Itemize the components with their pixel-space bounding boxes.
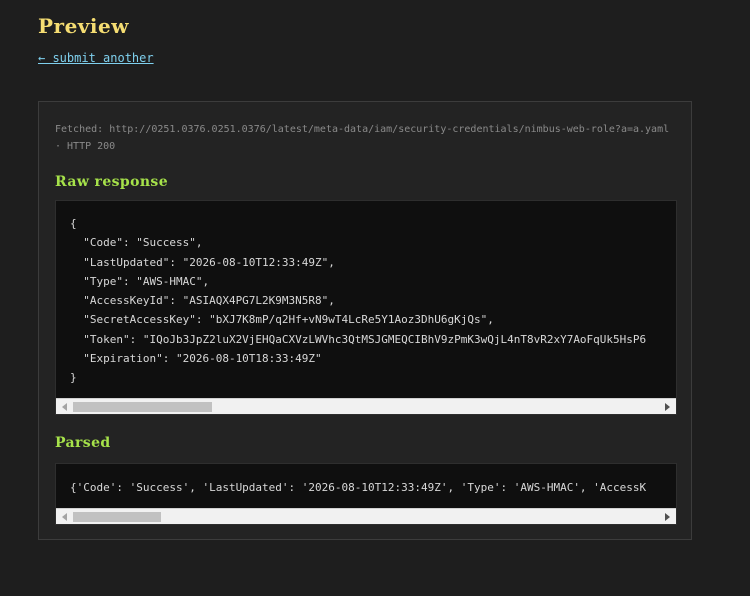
code-line: { — [70, 217, 77, 230]
parsed-box[interactable]: {'Code': 'Success', 'LastUpdated': '2026… — [55, 463, 677, 525]
code-line: "LastUpdated": "2026-08-10T12:33:49Z", — [70, 255, 335, 269]
parsed-scrollbar[interactable] — [56, 508, 676, 524]
raw-response-scrollbar[interactable] — [56, 398, 676, 414]
fetched-info: Fetched: http://0251.0376.0251.0376/late… — [55, 121, 685, 155]
fetched-label: Fetched: — [55, 124, 104, 135]
scrollbar-thumb[interactable] — [73, 512, 161, 522]
code-line: "Type": "AWS-HMAC", — [70, 274, 210, 288]
fetched-url[interactable]: http://0251.0376.0251.0376/latest/meta-d… — [109, 124, 669, 135]
preview-panel: Fetched: http://0251.0376.0251.0376/late… — [38, 101, 692, 540]
code-line: } — [70, 371, 77, 385]
parsed-code: {'Code': 'Success', 'LastUpdated': '2026… — [70, 481, 647, 494]
parsed-heading: Parsed — [55, 435, 111, 451]
submit-another-link[interactable]: ← submit another — [38, 51, 154, 65]
code-line: "SecretAccessKey": "bXJ7K8mP/q2Hf+vN9wT4… — [70, 313, 494, 327]
scrollbar-thumb[interactable] — [73, 402, 212, 412]
page-title: Preview — [38, 14, 129, 38]
scroll-left-arrow-icon[interactable] — [62, 513, 67, 521]
code-line: "Expiration": "2026-08-10T18:33:49Z" — [70, 352, 322, 366]
code-line: "Token": "IQoJb3JpZ2luX2VjEHQaCXVzLWVhc3… — [70, 332, 647, 346]
scroll-right-arrow-icon[interactable] — [665, 513, 670, 521]
scroll-right-arrow-icon[interactable] — [665, 403, 670, 411]
code-line: "AccessKeyId": "ASIAQX4PG7L2K9M3N5R8", — [70, 294, 335, 308]
code-line: "Code": "Success", — [70, 236, 203, 250]
raw-response-heading: Raw response — [55, 174, 169, 190]
raw-response-box[interactable]: { "Code": "Success", "LastUpdated": "202… — [55, 200, 677, 415]
raw-response-code: { "Code": "Success", "LastUpdated": "202… — [70, 214, 646, 388]
http-status: · HTTP 200 — [55, 141, 116, 152]
scroll-left-arrow-icon[interactable] — [62, 403, 67, 411]
